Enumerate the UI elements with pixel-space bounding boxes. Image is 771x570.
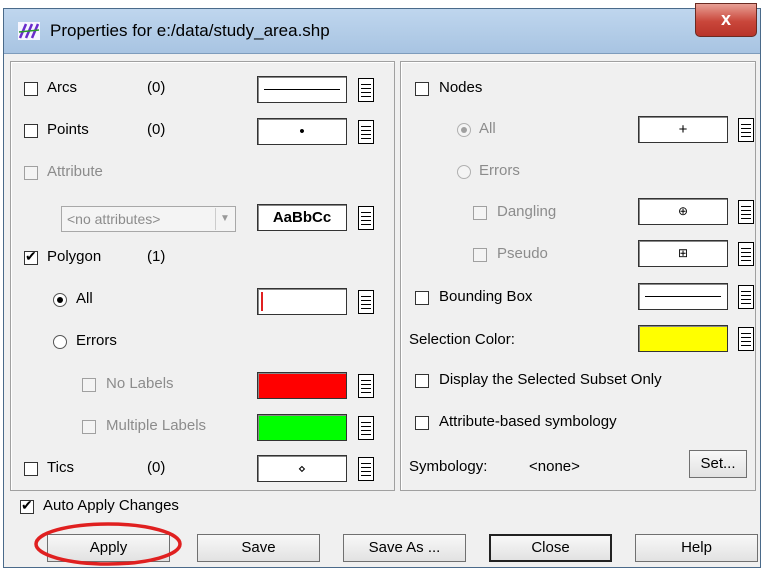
points-symbol-button[interactable] [358,120,374,144]
circle-plus-icon: ⊕ [677,204,689,218]
nodes-all-symbol-button[interactable] [738,118,754,142]
bounding-box-symbol-preview[interactable] [638,283,728,310]
point-symbol-icon: • [299,123,305,140]
attribute-label: Attribute [47,163,103,180]
multiple-labels-label: Multiple Labels [106,417,207,434]
dangling-checkbox[interactable] [473,206,487,220]
apply-button[interactable]: Apply [47,534,170,562]
nodes-all-radio[interactable] [457,123,471,137]
nodes-all-symbol-preview[interactable]: + [638,116,728,143]
symbology-set-button[interactable]: Set... [689,450,747,478]
dangling-symbol-preview[interactable]: ⊕ [638,198,728,225]
nodes-errors-label: Errors [479,162,520,179]
multiple-labels-symbol-button[interactable] [358,416,374,440]
window-title: Properties for e:/data/study_area.shp [50,21,330,40]
polygon-label: Polygon [47,248,102,265]
points-symbol-preview[interactable]: • [257,118,347,145]
multiple-labels-checkbox[interactable] [82,420,96,434]
symbology-label: Symbology: [409,458,488,475]
bounding-box-symbol-button[interactable] [738,285,754,309]
points-label: Points [47,121,89,138]
no-labels-label: No Labels [106,375,174,392]
polygon-errors-label: Errors [76,332,117,349]
points-checkbox[interactable] [24,124,38,138]
squared-plus-icon: ⊞ [677,246,689,260]
attribute-select-value: <no attributes> [67,211,161,227]
polygon-checkbox[interactable] [24,248,38,265]
arcs-checkbox[interactable] [24,82,38,96]
title-bar[interactable]: Properties for e:/data/study_area.shp x [4,3,760,54]
pseudo-symbol-button[interactable] [738,242,754,266]
tics-symbol-preview[interactable]: ⋄ [257,455,347,482]
arcs-symbol-preview[interactable] [257,76,347,103]
display-subset-label: Display the Selected Subset Only [439,371,662,388]
bounding-box-checkbox[interactable] [415,291,429,305]
right-panel: Nodes All + Errors Dangling ⊕ Pseudo ⊞ B… [400,61,756,491]
polygon-all-radio[interactable] [53,293,67,307]
left-panel: Arcs (0) Points (0) • Attribute <no attr… [10,61,395,491]
attribute-symbology-label: Attribute-based symbology [439,413,617,430]
no-labels-checkbox[interactable] [82,378,96,392]
selection-color-button[interactable] [738,327,754,351]
tic-symbol-icon: ⋄ [297,461,307,476]
font-symbol-button[interactable] [358,206,374,230]
nodes-checkbox[interactable] [415,82,429,96]
tics-symbol-button[interactable] [358,457,374,481]
no-labels-color-swatch[interactable] [257,372,347,399]
polygon-all-label: All [76,290,93,307]
polygon-count: (1) [147,248,166,265]
points-count: (0) [147,121,166,138]
pseudo-label: Pseudo [497,245,548,262]
polygon-all-symbol-preview[interactable] [257,288,347,315]
pseudo-checkbox[interactable] [473,248,487,262]
close-button[interactable]: Close [489,534,612,562]
nodes-all-label: All [479,120,496,137]
help-button[interactable]: Help [635,534,758,562]
arcs-label: Arcs [47,79,77,96]
nodes-errors-radio[interactable] [457,165,471,179]
auto-apply-checkbox[interactable] [20,497,34,514]
app-logo-icon [18,22,40,40]
dangling-symbol-button[interactable] [738,200,754,224]
nodes-label: Nodes [439,79,483,96]
multiple-labels-color-swatch[interactable] [257,414,347,441]
save-button[interactable]: Save [197,534,320,562]
font-sample-text: AaBbCc [272,209,332,226]
plus-icon: + [678,121,688,138]
selection-color-swatch[interactable] [638,325,728,352]
font-sample-preview[interactable]: AaBbCc [257,204,347,231]
symbology-value: <none> [529,458,580,475]
arcs-count: (0) [147,79,166,96]
dangling-label: Dangling [497,203,557,220]
tics-label: Tics [47,459,74,476]
bounding-box-label: Bounding Box [439,288,533,305]
chevron-down-icon: ▼ [215,208,234,230]
tics-checkbox[interactable] [24,462,38,476]
selection-color-label: Selection Color: [409,331,515,348]
polygon-all-symbol-button[interactable] [358,290,374,314]
no-labels-symbol-button[interactable] [358,374,374,398]
attribute-symbology-checkbox[interactable] [415,416,429,430]
close-window-button[interactable]: x [695,3,757,37]
tics-count: (0) [147,459,166,476]
properties-dialog: Properties for e:/data/study_area.shp x … [3,3,761,568]
close-icon: x [720,9,731,29]
attribute-checkbox[interactable] [24,166,38,180]
auto-apply-label: Auto Apply Changes [43,497,179,514]
display-subset-checkbox[interactable] [415,374,429,388]
arcs-symbol-button[interactable] [358,78,374,102]
attribute-select[interactable]: <no attributes> ▼ [61,206,236,232]
polygon-errors-radio[interactable] [53,335,67,349]
save-as-button[interactable]: Save As ... [343,534,466,562]
pseudo-symbol-preview[interactable]: ⊞ [638,240,728,267]
